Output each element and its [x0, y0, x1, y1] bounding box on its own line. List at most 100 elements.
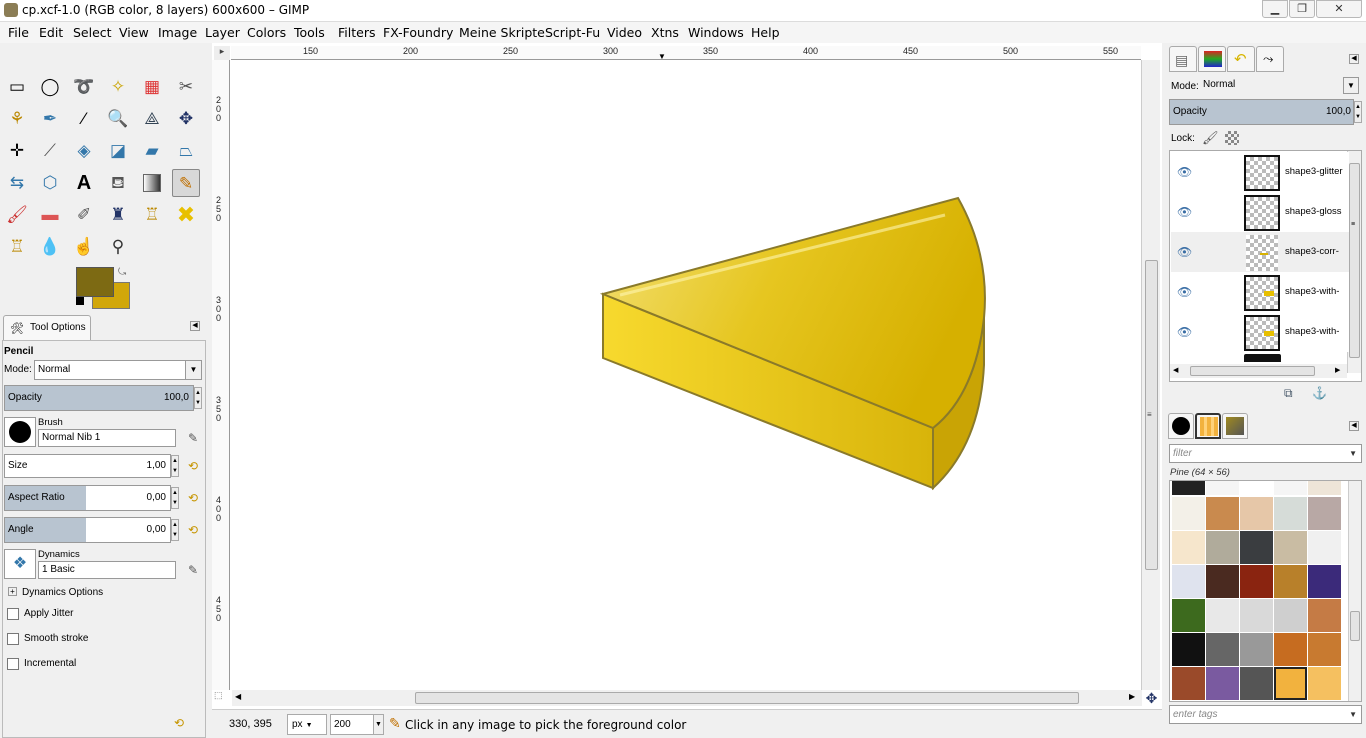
menu-filters[interactable]: Filters	[338, 25, 375, 40]
flip-icon[interactable]: ⇆	[3, 169, 31, 197]
blend-icon[interactable]	[138, 169, 166, 197]
horizontal-scroll-thumb[interactable]	[415, 692, 1079, 704]
menu-select[interactable]: Select	[73, 25, 112, 40]
text-tool-icon[interactable]: A	[70, 169, 98, 197]
reset-aspect-icon[interactable]: ⟲	[186, 491, 200, 505]
eraser-icon[interactable]: ▬	[36, 201, 64, 229]
pattern-swatch[interactable]	[1172, 481, 1205, 495]
ellipse-select-icon[interactable]: ◯	[36, 73, 64, 101]
pattern-swatch[interactable]	[1172, 497, 1205, 530]
apply-jitter-checkbox[interactable]	[7, 608, 19, 620]
dynamics-field[interactable]: 1 Basic	[38, 561, 176, 579]
pattern-tags-field[interactable]: enter tags ▼	[1169, 705, 1362, 724]
cage-transform-icon[interactable]: ⬡	[36, 169, 64, 197]
layers-vscrollbar[interactable]: ≡	[1347, 151, 1361, 373]
reset-tool-options-icon[interactable]: ⟲	[172, 716, 186, 730]
shear-icon[interactable]: ▰	[138, 137, 166, 165]
pattern-swatch[interactable]	[1274, 481, 1307, 495]
menu-colors[interactable]: Colors	[247, 25, 286, 40]
horizontal-scrollbar[interactable]: ◀ ▶	[232, 690, 1142, 706]
pattern-swatch[interactable]	[1308, 633, 1341, 666]
layer-opacity-slider[interactable]: Opacity 100,0	[1169, 99, 1354, 125]
smudge-icon[interactable]: ☝	[70, 233, 98, 261]
menu-layer[interactable]: Layer	[205, 25, 240, 40]
minimize-button[interactable]: ▁	[1262, 0, 1288, 18]
pattern-swatch[interactable]	[1240, 599, 1273, 632]
layer-row[interactable]: 👁 shape3-gloss	[1171, 192, 1349, 232]
pattern-swatch[interactable]	[1206, 531, 1239, 564]
layer-row-selected[interactable]: 👁 shape3-corr-	[1171, 232, 1349, 272]
menu-help[interactable]: Help	[751, 25, 780, 40]
foreground-color-swatch[interactable]	[76, 267, 114, 297]
layer-mode-select[interactable]: Normal ▼	[1200, 76, 1361, 96]
reset-size-icon[interactable]: ⟲	[186, 459, 200, 473]
dynamics-preview-icon[interactable]: ❖	[4, 549, 36, 579]
pattern-swatch[interactable]	[1308, 667, 1341, 700]
ink-icon[interactable]: ♜	[104, 201, 132, 229]
free-select-icon[interactable]: ➰	[70, 73, 98, 101]
perspective-clone-icon[interactable]: ♖	[3, 233, 31, 261]
scroll-right-icon[interactable]: ▶	[1129, 692, 1135, 701]
angle-slider[interactable]: Angle 0,00	[4, 517, 171, 543]
lock-pixels-icon[interactable]: 🖌	[1202, 130, 1219, 146]
heal-icon[interactable]: ✖	[172, 201, 200, 229]
measure-icon[interactable]: ⟁	[138, 105, 166, 133]
menu-view[interactable]: View	[119, 25, 149, 40]
default-colors-icon[interactable]	[76, 297, 84, 305]
visibility-eye-icon[interactable]: 👁	[1177, 205, 1195, 219]
navigate-icon[interactable]: ✥	[1143, 690, 1160, 708]
gradients-tab-icon[interactable]	[1222, 413, 1248, 439]
panel-menu-icon[interactable]: ◀	[190, 321, 200, 331]
pattern-swatch[interactable]	[1240, 531, 1273, 564]
visibility-eye-icon[interactable]: 👁	[1177, 325, 1195, 339]
pattern-swatch[interactable]	[1308, 481, 1341, 495]
unit-select[interactable]: px ▼	[287, 714, 327, 735]
pattern-swatch[interactable]	[1206, 633, 1239, 666]
pattern-swatch[interactable]	[1206, 497, 1239, 530]
select-by-color-icon[interactable]: ▦	[138, 73, 166, 101]
scissors-icon[interactable]: ✂	[172, 73, 200, 101]
pattern-swatch[interactable]	[1308, 565, 1341, 598]
anchor-layer-icon[interactable]: ⚓	[1312, 386, 1327, 400]
layer-row[interactable]: 👁 shape3-with-	[1171, 312, 1349, 352]
opacity-slider[interactable]: Opacity 100,0	[4, 385, 194, 411]
visibility-eye-icon[interactable]: 👁	[1177, 245, 1195, 259]
paintbrush-icon[interactable]: 🖌	[3, 201, 31, 229]
brush-name-field[interactable]: Normal Nib 1	[38, 429, 176, 447]
layers-hscrollbar[interactable]: ◀ ▶	[1170, 364, 1347, 378]
scale-icon[interactable]: ◪	[104, 137, 132, 165]
pattern-swatch[interactable]	[1240, 667, 1273, 700]
pattern-swatch[interactable]	[1172, 565, 1205, 598]
patterns-tab-icon[interactable]	[1195, 413, 1221, 439]
patterns-panel-menu-icon[interactable]: ◀	[1349, 421, 1359, 431]
pencil-icon[interactable]: ✎	[172, 169, 200, 197]
pattern-swatch[interactable]	[1274, 497, 1307, 530]
crop-icon[interactable]: ⟋	[36, 137, 64, 165]
bucket-fill-icon[interactable]: ⛾	[104, 169, 132, 197]
pattern-swatch[interactable]	[1206, 481, 1239, 495]
menu-meine-skripte[interactable]: Meine Skripte	[459, 25, 545, 40]
visibility-eye-icon[interactable]: 👁	[1177, 165, 1195, 179]
menu-windows[interactable]: Windows	[688, 25, 744, 40]
brush-preview[interactable]	[4, 417, 36, 447]
fuzzy-select-icon[interactable]: ✧	[104, 73, 132, 101]
mode-select[interactable]: Normal ▼	[34, 360, 202, 380]
pattern-swatch[interactable]	[1308, 497, 1341, 530]
zoom-corner-icon[interactable]: ⬚	[214, 690, 228, 706]
pattern-swatch[interactable]	[1274, 565, 1307, 598]
pattern-swatch[interactable]	[1172, 599, 1205, 632]
color-picker-icon[interactable]: ⁄	[70, 105, 98, 133]
layers-tab-icon[interactable]: ▤	[1169, 46, 1197, 72]
incremental-checkbox[interactable]	[7, 658, 19, 670]
clone-icon[interactable]: ♖	[138, 201, 166, 229]
smooth-stroke-checkbox[interactable]	[7, 633, 19, 645]
duplicate-layer-icon[interactable]: ⧉	[1284, 386, 1293, 401]
perspective-icon[interactable]: ⏢	[172, 137, 200, 165]
blur-icon[interactable]: 💧	[36, 233, 64, 261]
dodge-burn-icon[interactable]: ⚲	[104, 233, 132, 261]
layer-row[interactable]: 👁 shape3-with-	[1171, 272, 1349, 312]
pattern-swatch[interactable]	[1308, 531, 1341, 564]
scroll-left-icon[interactable]: ◀	[235, 692, 241, 701]
quick-mask-corner[interactable]: ▸	[214, 46, 230, 60]
menu-image[interactable]: Image	[158, 25, 197, 40]
